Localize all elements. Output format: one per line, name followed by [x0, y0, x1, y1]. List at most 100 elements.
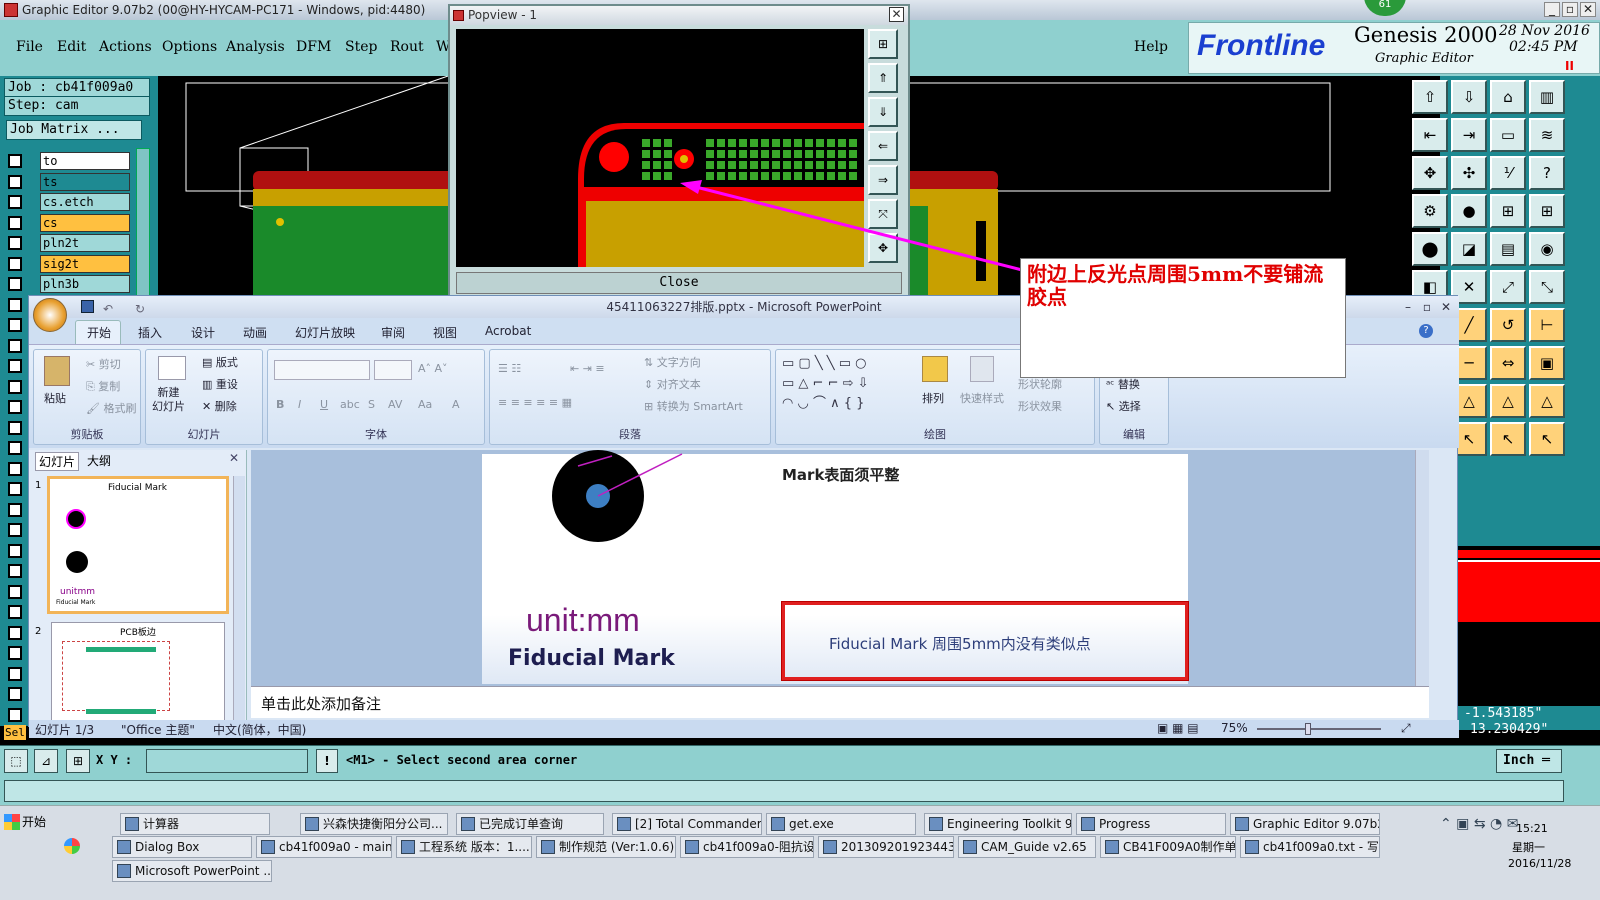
italic-icon[interactable]: I [298, 398, 301, 411]
menu-rout[interactable]: Rout [390, 39, 424, 55]
layer-name[interactable]: sig2t [40, 254, 130, 273]
ruler-icon[interactable]: ▤ [1490, 232, 1526, 266]
popview-close-icon[interactable]: ✕ [889, 7, 904, 22]
info-icon[interactable]: ! [316, 749, 338, 773]
frame-icon[interactable]: ▭ [1490, 118, 1526, 152]
smartart-button[interactable]: ⊞ 转换为 SmartArt [644, 398, 743, 414]
measure-icon[interactable]: ⊿ [34, 749, 58, 773]
left-icon[interactable]: ⇤ [1412, 118, 1448, 152]
xy-input[interactable] [146, 749, 308, 773]
menu-options[interactable]: Options [162, 39, 217, 55]
layout-button[interactable]: ▤ 版式 [202, 354, 238, 370]
layer-checkbox[interactable] [8, 195, 22, 209]
layer-name[interactable]: pln2t [40, 234, 130, 252]
fit-window-icon[interactable]: ⤢ [1401, 721, 1411, 736]
menu-analysis[interactable]: Analysis [226, 39, 285, 55]
popview-window[interactable]: Popview - 1 ✕ ⊞ ⇑ ⇓ ⇐ ⇒ ⤧ ✥ Close [448, 4, 910, 298]
minimize-button[interactable]: _ [1544, 2, 1560, 17]
pointer-icon[interactable]: ↖ [1490, 422, 1526, 456]
taskbar-item[interactable]: 20130920192344327... [818, 836, 954, 858]
layer-name[interactable]: to [40, 152, 130, 170]
taskbar-item[interactable]: [2] Total Commander 7.... [612, 813, 762, 835]
zoom-in-icon[interactable]: ⊞ [868, 29, 898, 59]
pane-tab-slides[interactable]: 幻灯片 [35, 452, 80, 471]
taskbar-item[interactable]: Microsoft PowerPoint ... [112, 860, 272, 882]
target-icon[interactable]: ◉ [1529, 232, 1565, 266]
box-icon[interactable]: ▣ [1529, 346, 1565, 380]
cross-icon[interactable]: ✣ [1451, 156, 1487, 190]
expand-icon[interactable]: ⤢ [1490, 270, 1526, 304]
reset-button[interactable]: ▥ 重设 [202, 376, 238, 392]
tab-acrobat[interactable]: Acrobat [485, 324, 531, 338]
indent-icon[interactable]: ⇤ ⇥ ≡ [570, 362, 605, 375]
layer-row[interactable]: pln2t [8, 234, 130, 252]
shape-effect-button[interactable]: 形状效果 [1018, 398, 1062, 414]
font-color-icon[interactable]: A [452, 398, 460, 411]
pan-up-icon[interactable]: ⇑ [868, 63, 898, 93]
tab-review[interactable]: 审阅 [381, 324, 405, 341]
pan-up-icon[interactable]: ⇧ [1412, 80, 1448, 114]
case-icon[interactable]: Aa [418, 398, 432, 411]
shrink-icon[interactable]: ⤡ [1529, 270, 1565, 304]
dot-icon[interactable]: ● [1451, 194, 1487, 228]
gear-icon[interactable]: ⚙ [1412, 194, 1448, 228]
cut-button[interactable]: ✂ 剪切 [86, 356, 121, 372]
layer-checkbox[interactable] [8, 400, 22, 414]
format-painter-button[interactable]: 🖌 格式刷 [86, 400, 136, 416]
maximize-button[interactable]: ▫ [1562, 2, 1578, 17]
tab-insert[interactable]: 插入 [138, 324, 162, 341]
layer-checkbox[interactable] [8, 420, 22, 435]
triangle-icon[interactable]: △ [1529, 384, 1565, 418]
circle-icon[interactable]: ⬤ [1412, 232, 1448, 266]
taskbar-item[interactable]: 已完成订单查询 [456, 813, 604, 835]
new-slide-icon[interactable] [158, 356, 186, 380]
shadow-icon[interactable]: S [368, 398, 375, 411]
view-buttons[interactable]: ▣ ▦ ▤ [1157, 721, 1199, 735]
tray-clock[interactable]: 15:21 [1516, 822, 1548, 835]
layer-name[interactable]: cs [40, 213, 130, 232]
align-icons[interactable]: ≡ ≡ ≡ ≡ ≡ ▦ [498, 396, 572, 409]
layer-checkbox[interactable] [8, 584, 22, 599]
wave-icon[interactable]: ≋ [1529, 118, 1565, 152]
zoom-fit-icon[interactable]: ⤧ [868, 199, 898, 229]
pointer-icon[interactable]: ↖ [1529, 422, 1565, 456]
ppt-maximize-button[interactable]: ▫ [1423, 296, 1431, 318]
slide-thumbnail-1[interactable]: Fiducial Mark unitmm Fiducial Mark [47, 476, 229, 614]
show-desktop-icon[interactable] [64, 838, 80, 854]
layer-checkbox[interactable] [8, 707, 22, 722]
quick-style-button[interactable]: 快速样式 [960, 390, 1004, 406]
ppt-close-button[interactable]: ✕ [1441, 296, 1451, 318]
triangle-icon[interactable]: △ [1490, 384, 1526, 418]
layer-checkbox[interactable] [8, 666, 22, 681]
taskbar-item[interactable]: cb41f009a0 - main_qa [256, 836, 392, 858]
menu-dfm[interactable]: DFM [296, 39, 331, 55]
rotate-icon[interactable]: ↺ [1490, 308, 1526, 342]
shape-outline-button[interactable]: 形状轮廓 [1018, 376, 1062, 392]
arrange-button[interactable]: 排列 [922, 390, 944, 406]
shapes-gallery[interactable]: ▭ ▢ ╲ ╲ ▭ ○ ▭ △ ⌐ ⌐ ⇨ ⇩ ◠ ◡ ⌒ ∧ { } [782, 354, 902, 414]
tab-design[interactable]: 设计 [191, 324, 215, 341]
layer-checkbox[interactable] [8, 687, 22, 701]
move-icon[interactable]: ✥ [1412, 156, 1448, 190]
grow-font-icon[interactable]: A˄ A˅ [418, 362, 448, 375]
menu-edit[interactable]: Edit [57, 39, 86, 55]
tray-icons[interactable]: ⌃ ▣ ⇆ ◔ ✉ [1440, 816, 1518, 832]
ratio-icon[interactable]: ⅟ [1490, 156, 1526, 190]
delete-slide-button[interactable]: ✕ 删除 [202, 398, 237, 414]
start-button[interactable]: 开始 [2, 812, 46, 834]
layer-checkbox[interactable] [8, 461, 22, 476]
layer-row[interactable]: cs [8, 213, 130, 232]
font-size-select[interactable] [374, 360, 412, 380]
tab-view[interactable]: 视图 [433, 324, 457, 341]
layer-checkbox[interactable] [8, 277, 22, 291]
layer-checkbox[interactable] [8, 154, 22, 168]
layer-row[interactable]: cs.etch [8, 193, 130, 211]
tab-animation[interactable]: 动画 [243, 324, 267, 341]
select-button[interactable]: ↖ 选择 [1106, 398, 1141, 414]
taskbar-item[interactable]: CB41F009A0制作单.... [1100, 836, 1236, 858]
arrange-icon[interactable] [922, 356, 948, 382]
text-direction-button[interactable]: ⇅ 文字方向 [644, 354, 701, 370]
align-text-button[interactable]: ⇕ 对齐文本 [644, 376, 701, 392]
paste-button[interactable]: 粘贴 [44, 390, 66, 406]
underline-icon[interactable]: U [320, 398, 328, 411]
